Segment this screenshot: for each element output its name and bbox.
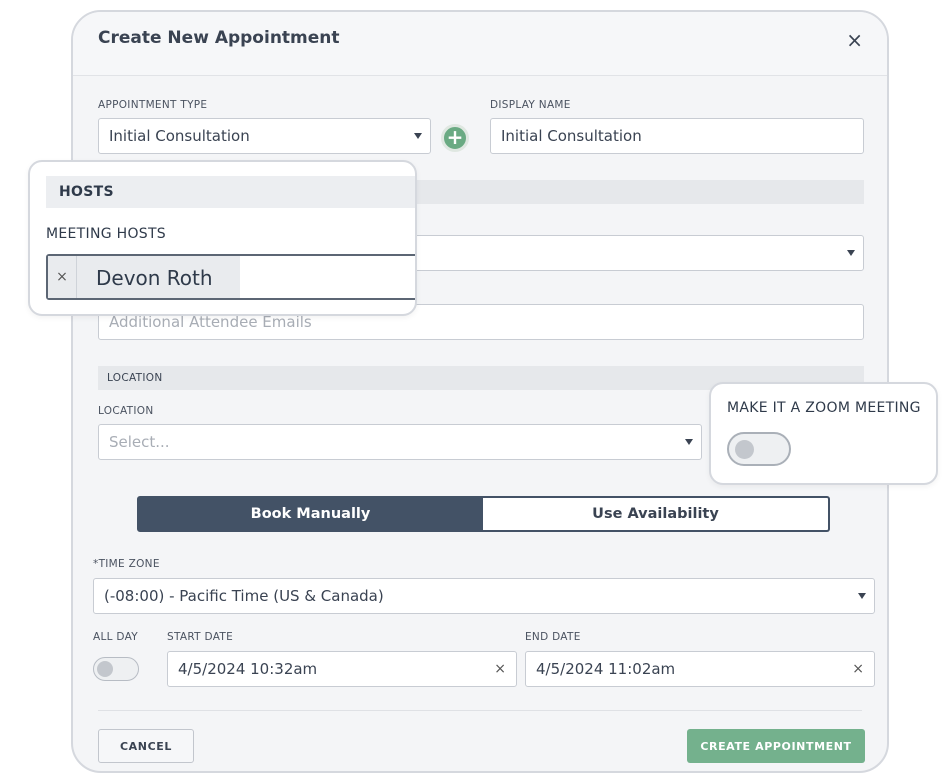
end-date-label: END DATE	[525, 631, 581, 643]
footer-divider	[98, 710, 862, 711]
appointment-type-select[interactable]: Initial Consultation	[98, 118, 431, 154]
display-name-label: DISPLAY NAME	[490, 99, 571, 111]
zoom-meeting-toggle[interactable]	[727, 432, 791, 466]
time-zone-label: *TIME ZONE	[93, 558, 160, 570]
clear-icon[interactable]: ×	[494, 661, 506, 677]
chevron-down-icon	[847, 250, 855, 256]
end-date-value: 4/5/2024 11:02am	[536, 660, 676, 678]
appointment-type-value: Initial Consultation	[109, 127, 250, 145]
book-manually-tab[interactable]: Book Manually	[137, 496, 484, 532]
time-zone-label-text: TIME ZONE	[98, 558, 160, 570]
toggle-knob	[97, 661, 113, 677]
location-section-title: LOCATION	[107, 372, 163, 384]
hosts-callout: HOSTS MEETING HOSTS × Devon Roth	[28, 160, 417, 316]
zoom-callout: MAKE IT A ZOOM MEETING	[709, 382, 938, 485]
create-appointment-button[interactable]: CREATE APPOINTMENT	[687, 729, 865, 763]
chevron-down-icon	[414, 133, 422, 139]
location-placeholder: Select...	[109, 433, 170, 451]
close-icon[interactable]: ×	[846, 28, 863, 52]
add-appointment-type-button[interactable]: +	[441, 124, 469, 152]
cancel-button[interactable]: CANCEL	[98, 729, 194, 763]
appointment-type-label: APPOINTMENT TYPE	[98, 99, 208, 111]
start-date-label: START DATE	[167, 631, 234, 643]
meeting-hosts-input[interactable]: × Devon Roth	[46, 254, 415, 300]
end-date-input[interactable]: 4/5/2024 11:02am ×	[525, 651, 875, 687]
host-chip: × Devon Roth	[48, 256, 240, 298]
display-name-input[interactable]: Initial Consultation	[490, 118, 864, 154]
host-chip-label: Devon Roth	[96, 266, 213, 290]
modal-title: Create New Appointment	[98, 28, 340, 48]
start-date-value: 4/5/2024 10:32am	[178, 660, 318, 678]
all-day-label: ALL DAY	[93, 631, 139, 643]
start-date-input[interactable]: 4/5/2024 10:32am ×	[167, 651, 517, 687]
zoom-meeting-label: MAKE IT A ZOOM MEETING	[727, 400, 921, 416]
use-availability-tab[interactable]: Use Availability	[483, 496, 830, 532]
clear-icon[interactable]: ×	[852, 661, 864, 677]
all-day-toggle[interactable]	[93, 657, 139, 681]
location-label: LOCATION	[98, 405, 154, 417]
display-name-value: Initial Consultation	[501, 127, 642, 145]
chevron-down-icon	[858, 593, 866, 599]
time-zone-select[interactable]: (-08:00) - Pacific Time (US & Canada)	[93, 578, 875, 614]
modal-header: Create New Appointment ×	[73, 12, 887, 76]
remove-host-icon[interactable]: ×	[48, 256, 77, 298]
location-select[interactable]: Select...	[98, 424, 702, 460]
meeting-hosts-label: MEETING HOSTS	[46, 226, 166, 242]
toggle-knob	[735, 440, 754, 459]
time-zone-value: (-08:00) - Pacific Time (US & Canada)	[104, 587, 384, 605]
hosts-section-title: HOSTS	[46, 176, 415, 208]
chevron-down-icon	[685, 439, 693, 445]
